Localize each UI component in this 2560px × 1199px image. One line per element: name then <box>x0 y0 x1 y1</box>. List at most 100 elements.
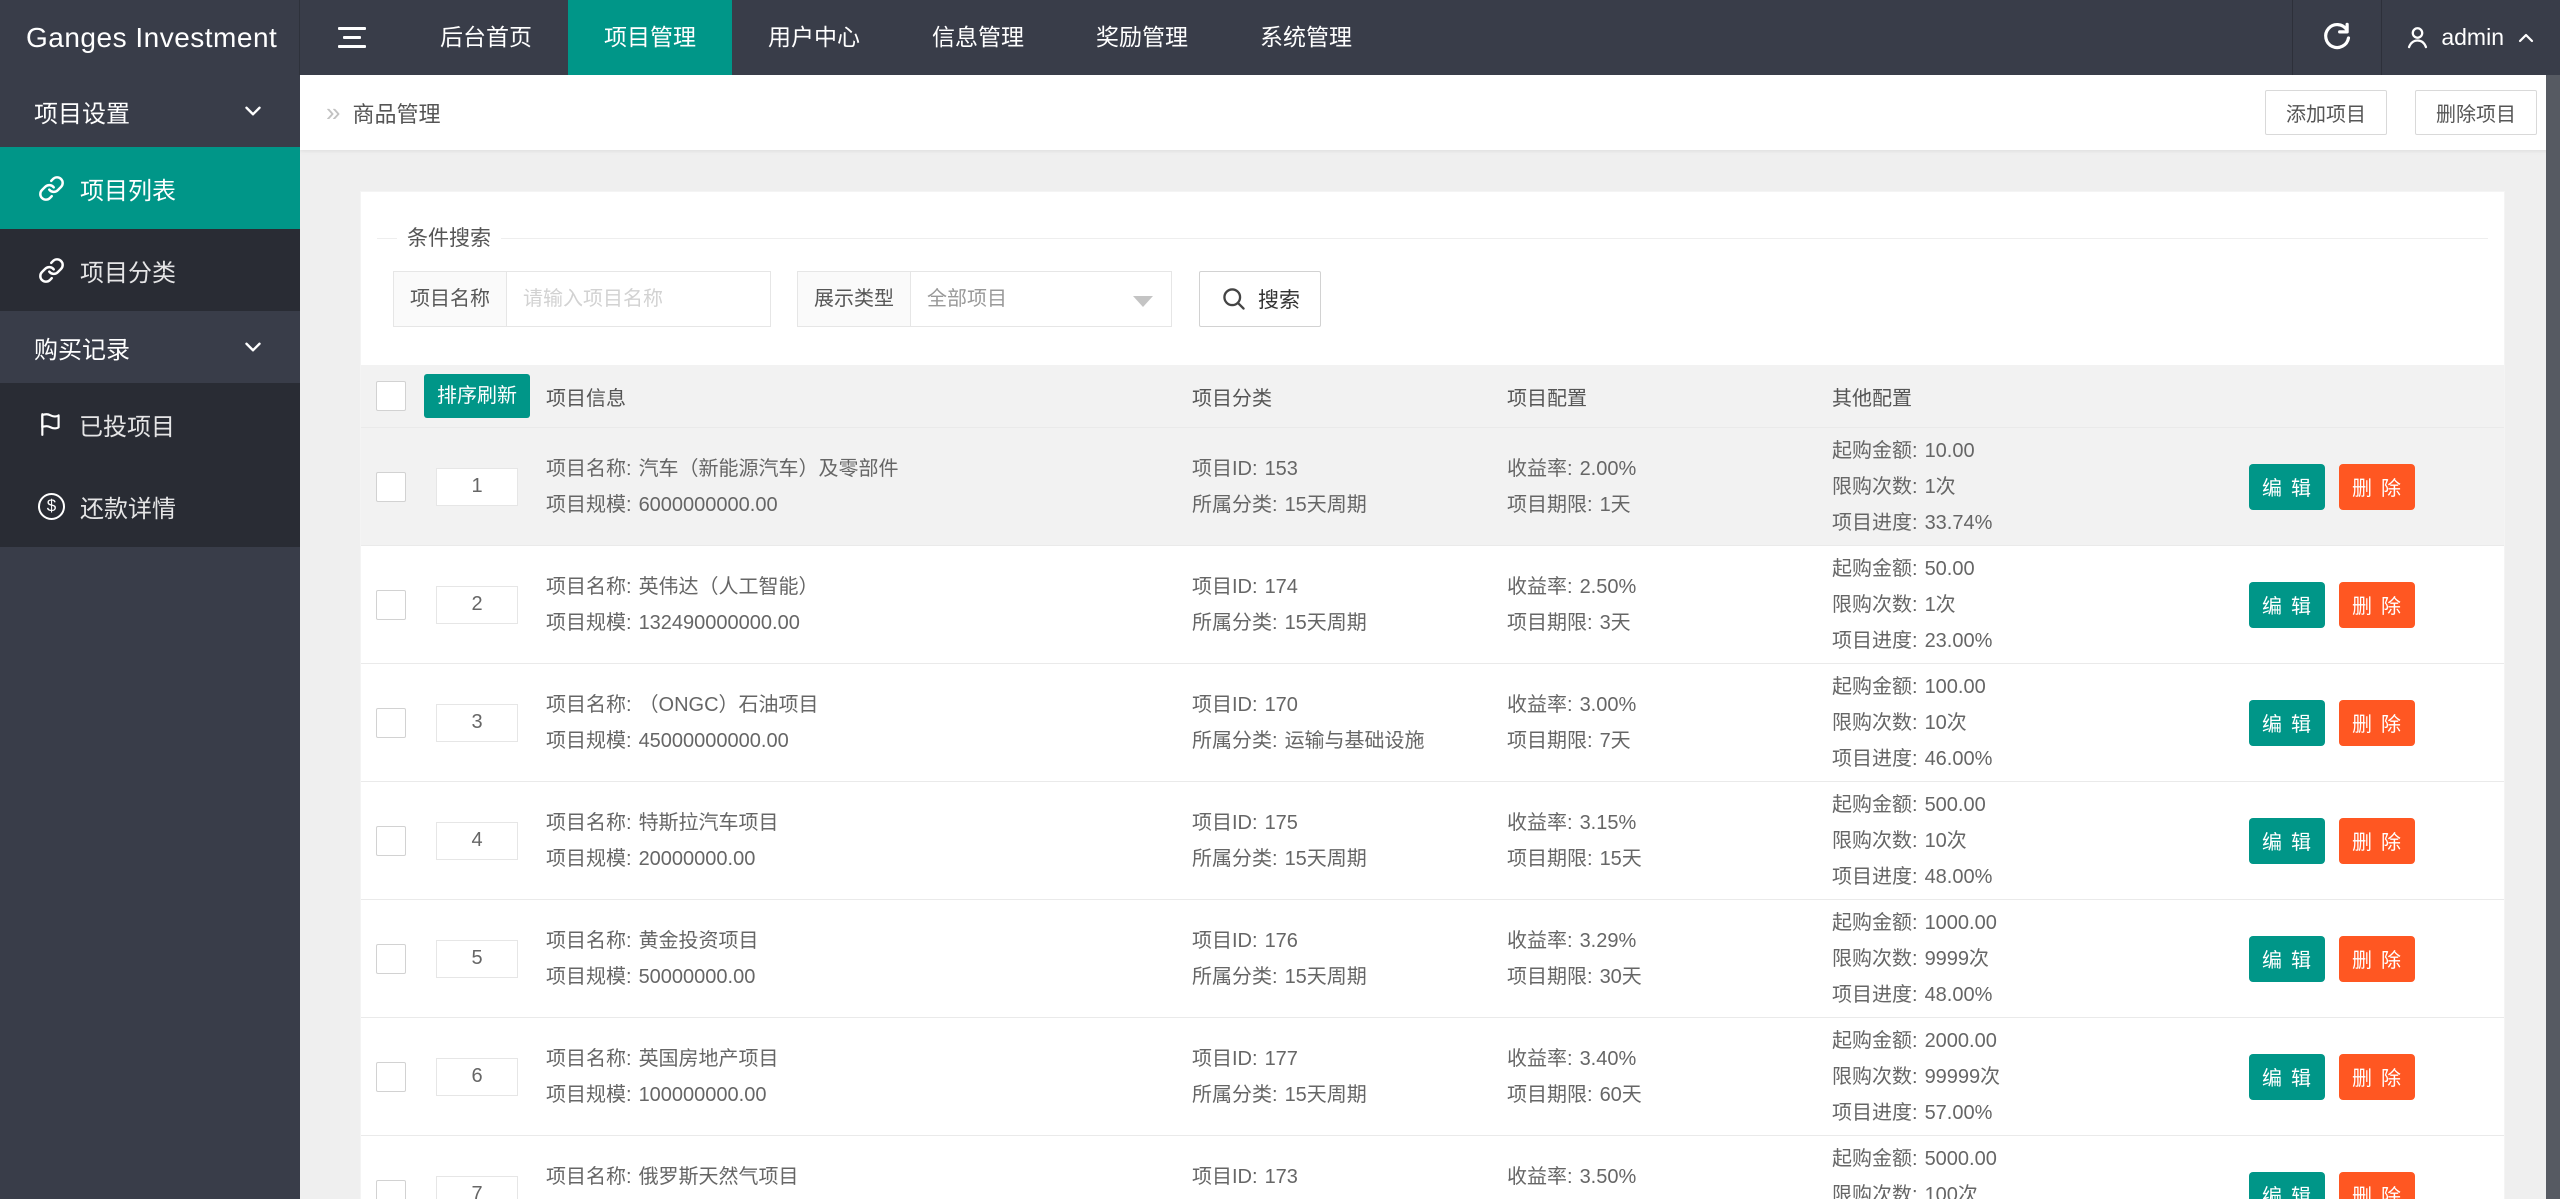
field-label: 项目ID: <box>1192 693 1258 716</box>
sort-order-input[interactable] <box>436 467 518 506</box>
add-project-button[interactable]: 添加项目 <box>2265 90 2387 135</box>
project-id: 153 <box>1264 457 1298 480</box>
vertical-scrollbar[interactable] <box>2546 75 2560 1199</box>
field-label: 所属分类: <box>1192 493 1278 516</box>
field-label: 收益率: <box>1507 457 1573 480</box>
sort-order-input[interactable] <box>436 1175 518 1199</box>
delete-project-button[interactable]: 删除项目 <box>2415 90 2537 135</box>
column-header-info: 项目信息 <box>546 387 626 410</box>
search-form: 项目名称 展示类型 全部项目 搜索 <box>393 271 2504 327</box>
field-label: 项目期限: <box>1507 965 1593 988</box>
field-label: 所属分类: <box>1192 847 1278 870</box>
sidebar-item-repayment-details[interactable]: $ 还款详情 <box>0 465 300 547</box>
delete-button[interactable]: 删除 <box>2338 1171 2415 1199</box>
edit-button[interactable]: 编辑 <box>2248 817 2325 864</box>
field-label: 限购次数: <box>1832 711 1918 734</box>
display-type-select[interactable]: 全部项目 <box>911 271 1172 327</box>
user-menu[interactable]: admin <box>2382 0 2560 75</box>
sidebar-group-label: 购买记录 <box>34 336 130 364</box>
project-id: 174 <box>1264 575 1298 598</box>
field-label: 项目规模: <box>546 847 632 870</box>
field-label: 限购次数: <box>1832 1183 1918 1199</box>
nav-home[interactable]: 后台首页 <box>404 0 568 75</box>
nav-system-management[interactable]: 系统管理 <box>1224 0 1388 75</box>
field-label: 起购金额: <box>1832 911 1918 934</box>
field-label: 项目进度: <box>1832 1101 1918 1124</box>
sort-order-input[interactable] <box>436 1057 518 1096</box>
field-label: 项目名称: <box>546 457 632 480</box>
edit-button[interactable]: 编辑 <box>2248 1171 2325 1199</box>
project-scale: 6000000000.00 <box>638 493 778 516</box>
nav-reward-management[interactable]: 奖励管理 <box>1060 0 1224 75</box>
sort-order-input[interactable] <box>436 821 518 860</box>
field-label: 起购金额: <box>1832 793 1918 816</box>
topbar-right: admin <box>2292 0 2560 75</box>
chevron-up-icon <box>2514 26 2538 50</box>
edit-button[interactable]: 编辑 <box>2248 699 2325 746</box>
table-row: 项目名称: 汽车（新能源汽车）及零部件 项目规模: 6000000000.00 项目… <box>361 427 2504 545</box>
chevron-down-icon <box>240 334 266 360</box>
project-id: 176 <box>1264 929 1298 952</box>
edit-button[interactable]: 编辑 <box>2248 581 2325 628</box>
yield-rate: 2.50% <box>1579 575 1637 598</box>
sidebar-item-project-category[interactable]: 项目分类 <box>0 229 300 311</box>
field-label: 限购次数: <box>1832 829 1918 852</box>
purchase-limit: 99999次 <box>1924 1065 2001 1088</box>
row-checkbox[interactable] <box>376 1061 406 1092</box>
project-term: 30天 <box>1599 965 1642 988</box>
edit-button[interactable]: 编辑 <box>2248 1053 2325 1100</box>
row-checkbox[interactable] <box>376 1179 406 1199</box>
search-fieldset: 条件搜索 <box>377 221 2488 257</box>
yield-rate: 3.00% <box>1579 693 1637 716</box>
field-label: 项目ID: <box>1192 929 1258 952</box>
edit-button[interactable]: 编辑 <box>2248 463 2325 510</box>
sidebar-group-purchase-records[interactable]: 购买记录 <box>0 311 300 383</box>
field-label: 项目进度: <box>1832 747 1918 770</box>
edit-button[interactable]: 编辑 <box>2248 935 2325 982</box>
app-logo[interactable]: Ganges Investment <box>0 0 300 75</box>
delete-button[interactable]: 删除 <box>2338 817 2415 864</box>
row-checkbox[interactable] <box>376 825 406 856</box>
project-name: 特斯拉汽车项目 <box>638 811 779 834</box>
username: admin <box>2441 24 2504 50</box>
row-checkbox[interactable] <box>376 471 406 502</box>
menu-toggle-icon[interactable] <box>300 0 404 75</box>
purchase-limit: 9999次 <box>1924 947 1990 970</box>
delete-button[interactable]: 删除 <box>2338 581 2415 628</box>
field-label: 项目规模: <box>546 493 632 516</box>
row-checkbox[interactable] <box>376 589 406 620</box>
table-row: 项目名称:俄罗斯天然气项目 项目规模:800000000.00 项目ID:173… <box>361 1135 2504 1199</box>
sort-order-input[interactable] <box>436 585 518 624</box>
sort-order-input[interactable] <box>436 703 518 742</box>
sidebar-group-project-settings[interactable]: 项目设置 <box>0 75 300 147</box>
project-name: 英伟达（人工智能） <box>638 575 819 598</box>
project-scale: 132490000000.00 <box>638 611 800 634</box>
row-checkbox[interactable] <box>376 943 406 974</box>
row-checkbox[interactable] <box>376 707 406 738</box>
purchase-limit: 1次 <box>1924 593 1956 616</box>
sort-order-input[interactable] <box>436 939 518 978</box>
sidebar-item-label: 项目分类 <box>80 259 176 287</box>
sidebar-item-invested-projects[interactable]: 已投项目 <box>0 383 300 465</box>
field-label: 限购次数: <box>1832 475 1918 498</box>
refresh-button[interactable] <box>2293 0 2381 75</box>
field-label: 收益率: <box>1507 811 1573 834</box>
sort-refresh-button[interactable]: 排序刷新 <box>424 374 530 418</box>
sidebar-item-label: 已投项目 <box>79 413 175 441</box>
nav-project-management[interactable]: 项目管理 <box>568 0 732 75</box>
project-name-input[interactable] <box>507 271 771 327</box>
field-label: 所属分类: <box>1192 729 1278 752</box>
field-label: 项目ID: <box>1192 1047 1258 1070</box>
delete-button[interactable]: 删除 <box>2338 935 2415 982</box>
delete-button[interactable]: 删除 <box>2338 699 2415 746</box>
select-all-checkbox[interactable] <box>376 381 406 411</box>
nav-info-management[interactable]: 信息管理 <box>896 0 1060 75</box>
project-term: 15天 <box>1599 847 1642 870</box>
sidebar-item-project-list[interactable]: 项目列表 <box>0 147 300 229</box>
field-label: 所属分类: <box>1192 611 1278 634</box>
search-button[interactable]: 搜索 <box>1199 271 1321 327</box>
delete-button[interactable]: 删除 <box>2338 463 2415 510</box>
nav-user-center[interactable]: 用户中心 <box>732 0 896 75</box>
delete-button[interactable]: 删除 <box>2338 1053 2415 1100</box>
project-progress: 46.00% <box>1924 747 1993 770</box>
